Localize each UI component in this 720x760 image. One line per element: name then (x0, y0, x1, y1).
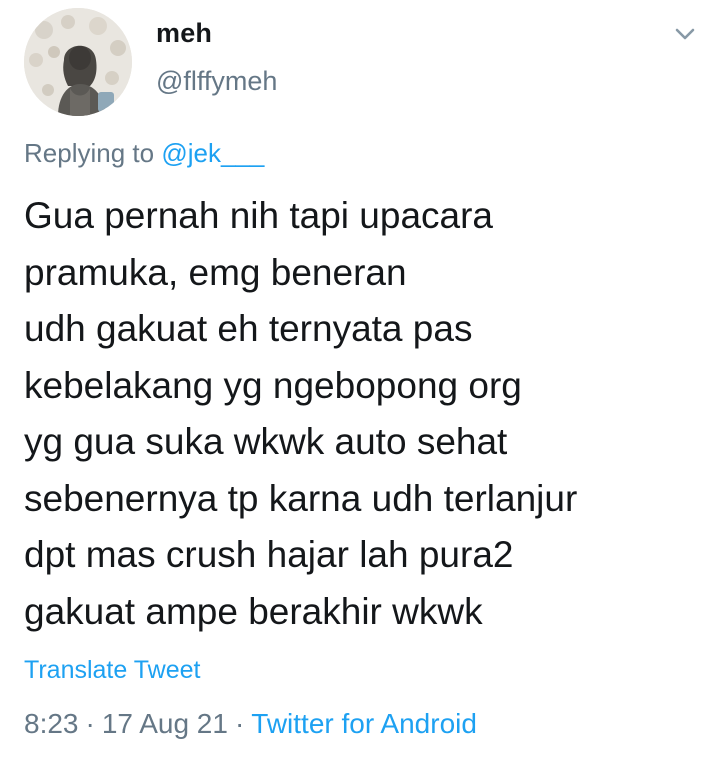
meta-separator: · (234, 708, 245, 739)
tweet-text-line: udh gakuat eh ternyata pas (24, 308, 473, 349)
tweet-date[interactable]: 17 Aug 21 (102, 708, 228, 739)
replying-to-label: Replying to (24, 138, 155, 168)
user-handle[interactable]: @flffymeh (156, 66, 277, 97)
replying-to: Replying to @jek___ (24, 138, 264, 169)
translate-tweet-link[interactable]: Translate Tweet (24, 656, 200, 685)
tweet-time[interactable]: 8:23 (24, 708, 79, 739)
meta-separator: · (85, 708, 95, 739)
display-name[interactable]: meh (156, 18, 212, 49)
tweet-text-line: kebelakang yg ngebopong org (24, 364, 522, 406)
tweet-source-link[interactable]: Twitter for Android (251, 708, 477, 739)
reply-mention-link[interactable]: @jek___ (161, 138, 264, 168)
tweet-text-line: Gua pernah nih tapi upacara (24, 195, 494, 236)
tweet-text-line: pramuka, emg beneran (24, 251, 407, 293)
tweet-text-line: dpt mas crush hajar lah pura2 (24, 534, 514, 575)
tweet-text-line: gakuat ampe berakhir wkwk (24, 590, 483, 632)
tweet-text-line: yg gua suka wkwk auto sehat (24, 421, 508, 462)
tweet-text: Gua pernah nih tapi upacara pramuka, emg… (24, 188, 704, 640)
tweet-text-line: sebenernya tp karna udh terlanjur (24, 477, 578, 519)
avatar[interactable] (24, 8, 132, 116)
tweet-meta: 8:23 · 17 Aug 21 · Twitter for Android (24, 708, 477, 740)
avatar-image (24, 8, 132, 116)
chevron-down-icon[interactable] (668, 20, 702, 48)
tweet-detail: meh @flffymeh Replying to @jek___ Gua pe… (0, 0, 720, 760)
